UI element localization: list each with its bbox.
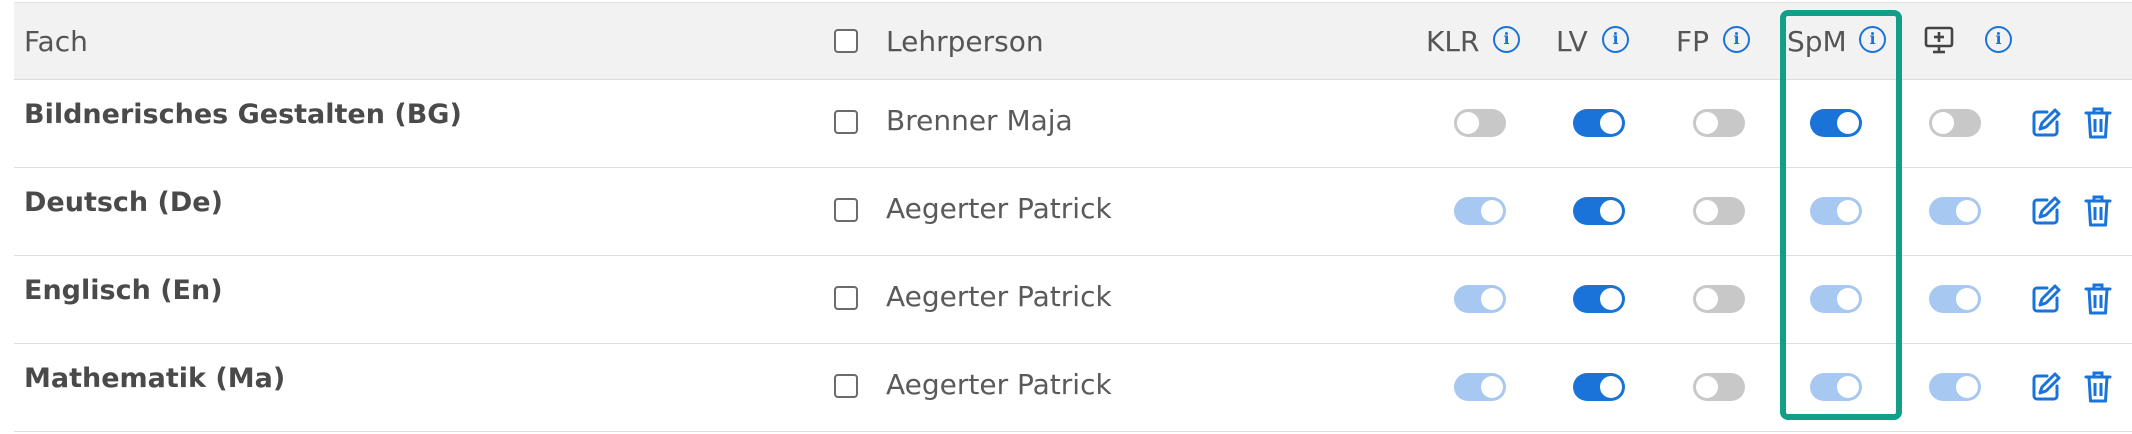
klr-toggle[interactable] [1454,373,1506,401]
teacher-name: Aegerter Patrick [886,192,1112,225]
subject-name: Englisch (En) [24,275,223,306]
row-checkbox[interactable] [834,110,858,134]
lv-toggle[interactable] [1573,285,1625,313]
fp-toggle[interactable] [1693,197,1745,225]
klr-toggle[interactable] [1454,197,1506,225]
header-subject: Fach [24,25,88,58]
teacher-name: Aegerter Patrick [886,280,1112,313]
info-icon[interactable]: i [1723,26,1750,53]
subject-name: Mathematik (Ma) [24,363,286,394]
fp-toggle[interactable] [1693,109,1745,137]
info-icon[interactable]: i [1602,26,1629,53]
row-checkbox[interactable] [834,286,858,310]
screen-toggle[interactable] [1929,109,1981,137]
klr-toggle[interactable] [1454,109,1506,137]
trash-icon[interactable] [2084,194,2112,232]
subject-name: Deutsch (De) [24,187,223,218]
subject-name: Bildnerisches Gestalten (BG) [24,99,462,130]
row-checkbox[interactable] [834,198,858,222]
edit-icon[interactable] [2030,371,2062,407]
edit-icon[interactable] [2030,195,2062,231]
header-teacher: Lehrperson [886,25,1044,58]
screen-toggle[interactable] [1929,373,1981,401]
edit-icon[interactable] [2030,107,2062,143]
trash-icon[interactable] [2084,106,2112,144]
lv-toggle[interactable] [1573,109,1625,137]
screen-toggle[interactable] [1929,285,1981,313]
row-checkbox[interactable] [834,374,858,398]
trash-icon[interactable] [2084,282,2112,320]
header-klr: KLR [1426,25,1480,58]
monitor-plus-icon [1924,25,1954,59]
screen-toggle[interactable] [1929,197,1981,225]
select-all-checkbox[interactable] [834,29,858,53]
teacher-name: Aegerter Patrick [886,368,1112,401]
edit-icon[interactable] [2030,283,2062,319]
info-icon[interactable]: i [1493,26,1520,53]
fp-toggle[interactable] [1693,373,1745,401]
trash-icon[interactable] [2084,370,2112,408]
info-icon[interactable]: i [1985,26,2012,53]
teacher-name: Brenner Maja [886,104,1073,137]
klr-toggle[interactable] [1454,285,1506,313]
header-lv: LV [1556,25,1588,58]
lv-toggle[interactable] [1573,373,1625,401]
fp-toggle[interactable] [1693,285,1745,313]
lv-toggle[interactable] [1573,197,1625,225]
header-fp: FP [1676,25,1709,58]
spm-column-highlight [1780,10,1902,420]
